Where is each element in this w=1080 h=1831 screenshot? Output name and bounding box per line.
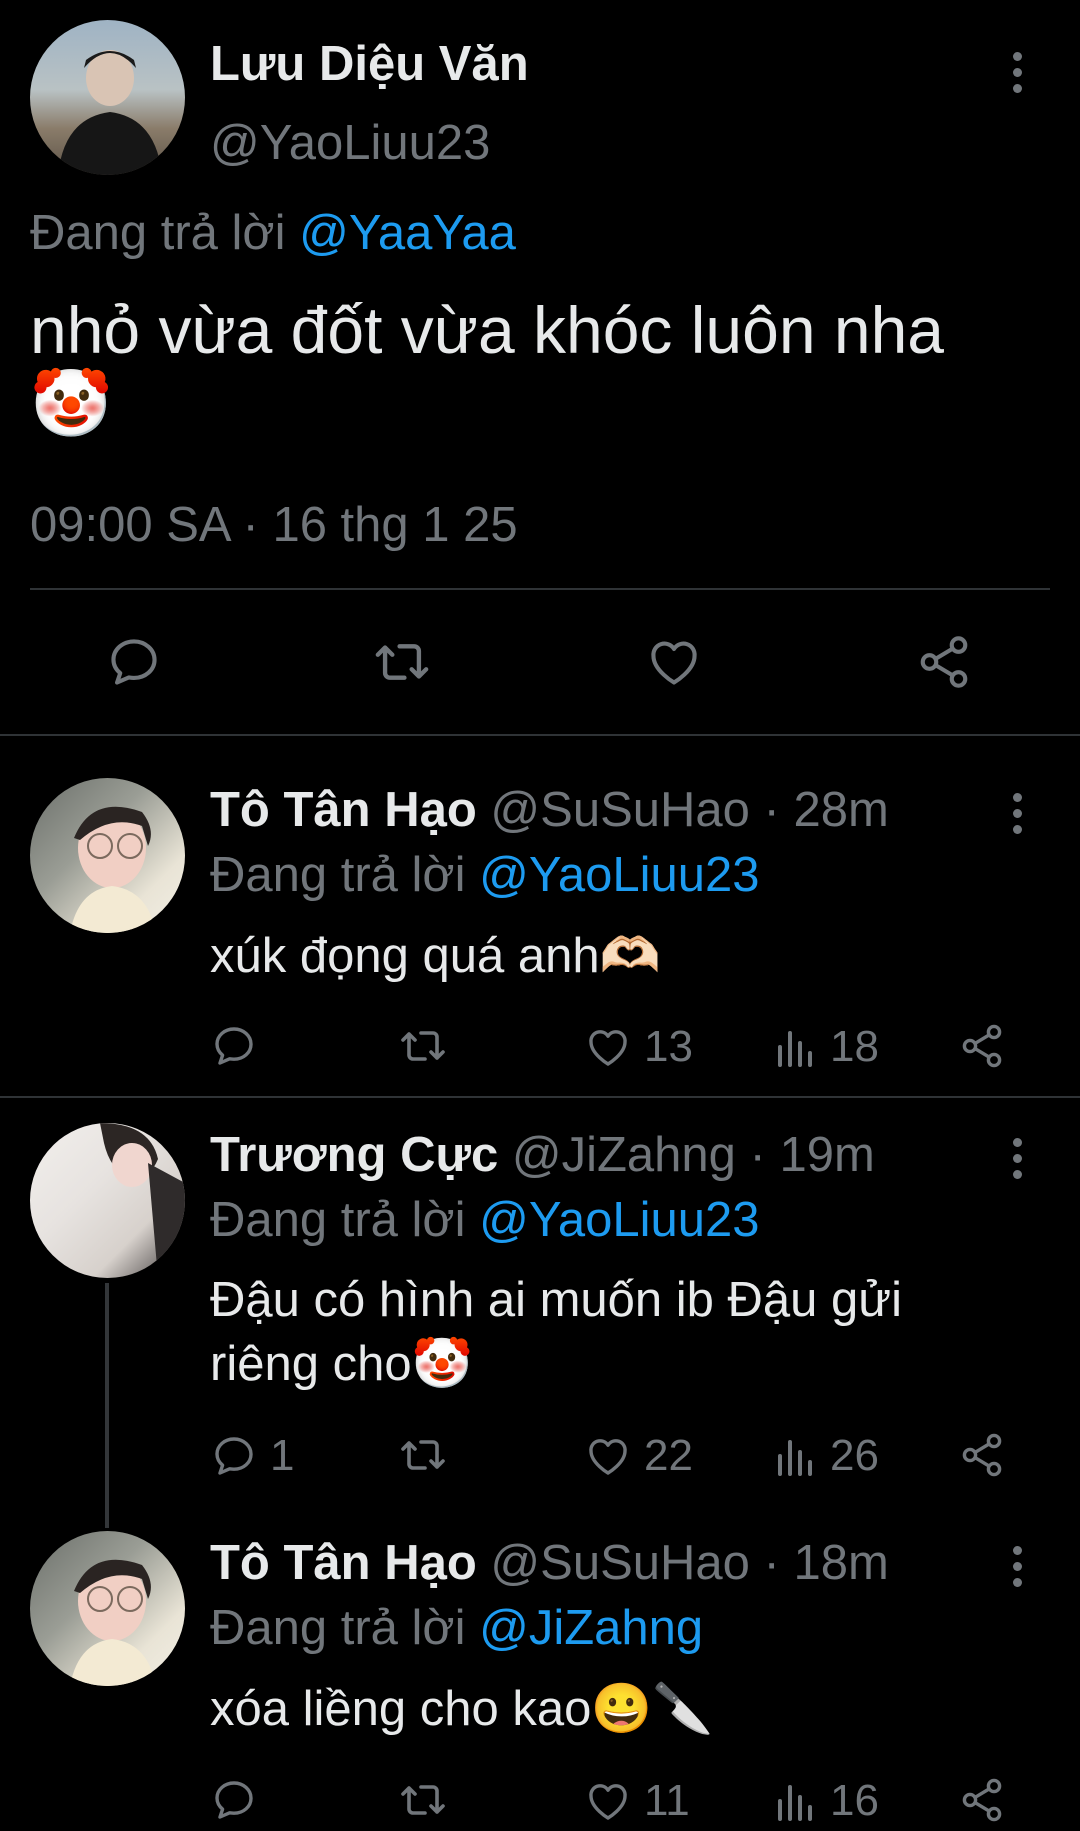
reply-time[interactable]: · 28m <box>764 783 889 837</box>
views-icon <box>778 1031 812 1067</box>
share-button[interactable] <box>915 633 973 691</box>
reply-text: riêng cho🤡 <box>210 1337 473 1391</box>
avatar-person-icon <box>70 806 156 933</box>
author-name[interactable]: Trương Cực <box>210 1128 498 1182</box>
retweet-button[interactable] <box>370 633 434 691</box>
like-button[interactable] <box>645 633 703 691</box>
author-handle[interactable]: @YaoLiuu23 <box>210 115 490 171</box>
reply-time[interactable]: · 18m <box>764 1536 889 1590</box>
more-options-icon[interactable] <box>1010 1546 1024 1594</box>
reply-button[interactable] <box>210 1022 270 1070</box>
reply-header: Trương Cực @JiZahng · 19m <box>210 1127 875 1183</box>
reply-icon <box>215 1027 253 1065</box>
view-count: 26 <box>830 1431 879 1480</box>
views-icon <box>778 1785 812 1821</box>
share-icon <box>962 1024 1002 1068</box>
divider <box>30 588 1050 590</box>
reply-text: xúk đọng quá anh🫶🏻 <box>210 929 661 983</box>
author-name[interactable]: Lưu Diệu Văn <box>210 36 529 92</box>
replying-to-link[interactable]: @JiZahng <box>479 1601 703 1655</box>
like-button[interactable]: 13 <box>584 1022 693 1072</box>
share-button[interactable] <box>958 1022 1006 1070</box>
reply-time[interactable]: · 19m <box>750 1128 875 1182</box>
replying-to-link[interactable]: @YaoLiuu23 <box>479 1193 759 1247</box>
author-name[interactable]: Tô Tân Hạo <box>210 783 477 837</box>
replying-prefix: Đang trả lời <box>210 1193 466 1247</box>
heart-icon <box>589 1030 627 1066</box>
replying-prefix: Đang trả lời <box>30 206 286 260</box>
author-name[interactable]: Tô Tân Hạo <box>210 1536 477 1590</box>
like-count: 22 <box>644 1431 693 1480</box>
views-button[interactable]: 16 <box>774 1776 879 1826</box>
author-handle[interactable]: @SuSuHao <box>490 1536 750 1590</box>
divider <box>0 734 1080 736</box>
share-icon <box>962 1433 1002 1477</box>
avatar-person-icon <box>70 1559 156 1686</box>
like-button[interactable]: 11 <box>584 1776 690 1826</box>
more-options-icon[interactable] <box>1010 52 1024 100</box>
replying-prefix: Đang trả lời <box>210 848 466 902</box>
replying-to-line: Đang trả lời @JiZahng <box>210 1600 703 1656</box>
author-handle[interactable]: @JiZahng <box>512 1128 736 1182</box>
retweet-icon <box>401 1785 445 1815</box>
reply-text: xóa liềng cho kao😀🔪 <box>210 1682 714 1736</box>
heart-icon <box>651 641 697 685</box>
retweet-button[interactable] <box>397 1431 449 1479</box>
replying-prefix: Đang trả lời <box>210 1601 466 1655</box>
views-button[interactable]: 18 <box>774 1022 879 1072</box>
share-button[interactable] <box>958 1431 1006 1479</box>
reply-icon <box>215 1437 253 1475</box>
replying-to-line: Đang trả lời @YaoLiuu23 <box>210 847 760 903</box>
reply-icon <box>111 639 157 685</box>
views-icon <box>778 1440 812 1476</box>
heart-icon <box>589 1784 627 1820</box>
thread-line <box>105 1283 109 1528</box>
reply-button[interactable] <box>105 633 163 691</box>
reply-text: Đậu có hình ai muốn ib Đậu gửi <box>210 1273 902 1327</box>
retweet-icon <box>401 1440 445 1470</box>
more-options-icon[interactable] <box>1010 1138 1024 1186</box>
author-handle[interactable]: @SuSuHao <box>490 783 750 837</box>
like-count: 13 <box>644 1022 693 1071</box>
replying-to-line: Đang trả lời @YaaYaa <box>30 205 516 261</box>
replying-to-link[interactable]: @YaaYaa <box>299 206 516 260</box>
avatar[interactable] <box>30 20 185 175</box>
avatar[interactable] <box>30 1531 185 1686</box>
tweet-timestamp: 09:00 SA · 16 thg 1 25 <box>30 498 518 552</box>
retweet-button[interactable] <box>397 1776 449 1824</box>
views-button[interactable]: 26 <box>774 1431 879 1481</box>
retweet-icon <box>375 644 429 680</box>
clown-emoji: 🤡 <box>30 366 113 440</box>
reply-count: 1 <box>270 1431 295 1480</box>
share-button[interactable] <box>958 1776 1006 1824</box>
reply-button[interactable] <box>210 1776 270 1824</box>
heart-icon <box>589 1439 627 1475</box>
reply-icon <box>215 1781 253 1819</box>
reply-header: Tô Tân Hạo @SuSuHao · 28m <box>210 782 889 838</box>
replying-to-link[interactable]: @YaoLiuu23 <box>479 848 759 902</box>
like-button[interactable]: 22 <box>584 1431 693 1481</box>
avatar-person-icon <box>58 50 162 175</box>
view-count: 18 <box>830 1022 879 1071</box>
reply-button[interactable]: 1 <box>210 1431 294 1481</box>
view-count: 16 <box>830 1776 879 1825</box>
tweet-text: nhỏ vừa đốt vừa khóc luôn nha <box>30 293 944 367</box>
reply-header: Tô Tân Hạo @SuSuHao · 18m <box>210 1535 889 1591</box>
retweet-button[interactable] <box>397 1022 449 1070</box>
divider <box>0 1096 1080 1098</box>
more-options-icon[interactable] <box>1010 793 1024 841</box>
replying-to-line: Đang trả lời @YaoLiuu23 <box>210 1192 760 1248</box>
avatar[interactable] <box>30 778 185 933</box>
share-icon <box>962 1778 1002 1822</box>
like-count: 11 <box>644 1776 690 1825</box>
avatar-person-icon <box>100 1123 185 1278</box>
share-icon <box>920 636 968 688</box>
avatar[interactable] <box>30 1123 185 1278</box>
retweet-icon <box>401 1031 445 1061</box>
